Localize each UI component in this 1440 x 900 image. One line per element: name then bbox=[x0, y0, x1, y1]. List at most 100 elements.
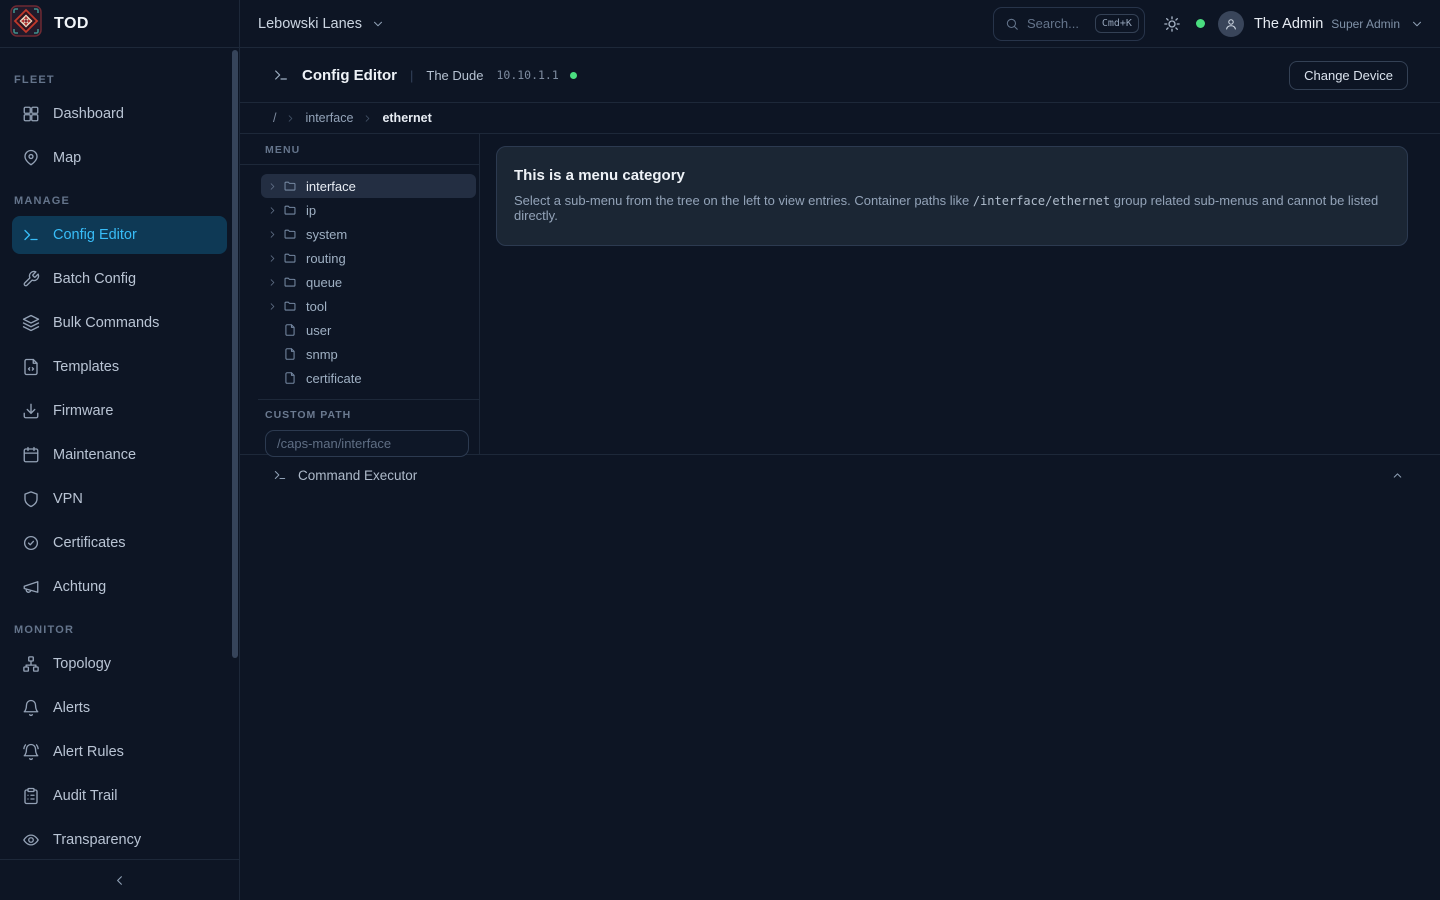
sidebar-item-label: Map bbox=[53, 150, 81, 166]
folder-icon bbox=[283, 251, 297, 265]
terminal-icon bbox=[273, 468, 287, 482]
user-icon bbox=[1224, 17, 1238, 31]
brand: TOD bbox=[0, 0, 240, 47]
sidebar-item-label: Templates bbox=[53, 359, 119, 375]
sidebar-item-alerts[interactable]: Alerts bbox=[12, 689, 227, 727]
tree-item-queue[interactable]: queue bbox=[261, 270, 476, 294]
sidebar-item-label: Certificates bbox=[53, 535, 126, 551]
sidebar-item-transparency[interactable]: Transparency bbox=[12, 821, 227, 859]
sidebar-item-topology[interactable]: Topology bbox=[12, 645, 227, 683]
sun-icon bbox=[1163, 15, 1181, 33]
topbar-main: Lebowski Lanes Search... Cmd+K The A bbox=[240, 0, 1440, 47]
sidebar-item-firmware[interactable]: Firmware bbox=[12, 392, 227, 430]
badge-check-icon bbox=[22, 534, 40, 552]
tree-item-routing[interactable]: routing bbox=[261, 246, 476, 270]
user-menu[interactable]: The Admin Super Admin bbox=[1205, 11, 1424, 37]
sidebar-footer bbox=[0, 859, 239, 900]
sidebar-item-achtung[interactable]: Achtung bbox=[12, 568, 227, 606]
tree-item-label: interface bbox=[306, 179, 356, 194]
chevron-right-icon bbox=[362, 113, 373, 124]
chevron-right-icon[interactable] bbox=[267, 253, 278, 264]
command-executor-label: Command Executor bbox=[298, 468, 417, 483]
user-role: Super Admin bbox=[1331, 17, 1400, 31]
fleet-selector[interactable]: Lebowski Lanes bbox=[258, 16, 385, 32]
sidebar-item-label: Topology bbox=[53, 656, 111, 672]
tree-item-label: tool bbox=[306, 299, 327, 314]
tree-item-certificate[interactable]: certificate bbox=[261, 366, 476, 390]
page-title: Config Editor bbox=[302, 67, 397, 84]
tree-item-label: ip bbox=[306, 203, 316, 218]
megaphone-icon bbox=[22, 578, 40, 596]
chevron-right-icon[interactable] bbox=[267, 301, 278, 312]
sidebar-collapse-button[interactable] bbox=[112, 873, 127, 888]
search-icon bbox=[1005, 17, 1019, 31]
sidebar-item-map[interactable]: Map bbox=[12, 139, 227, 177]
sidebar-item-audit-trail[interactable]: Audit Trail bbox=[12, 777, 227, 815]
folder-icon bbox=[283, 203, 297, 217]
sidebar-item-label: Firmware bbox=[53, 403, 113, 419]
sidebar-item-label: Config Editor bbox=[53, 227, 137, 243]
chevron-right-icon[interactable] bbox=[267, 205, 278, 216]
info-desc-text: Select a sub-menu from the tree on the l… bbox=[514, 193, 973, 208]
sidebar-item-batch-config[interactable]: Batch Config bbox=[12, 260, 227, 298]
sidebar-item-label: Transparency bbox=[53, 832, 141, 848]
calendar-icon bbox=[22, 446, 40, 464]
section-label-manage: MANAGE bbox=[0, 183, 239, 216]
sidebar-item-templates[interactable]: Templates bbox=[12, 348, 227, 386]
chevron-right-icon[interactable] bbox=[267, 181, 278, 192]
sidebar-item-label: Maintenance bbox=[53, 447, 136, 463]
menu-tree: interface ip system bbox=[240, 165, 479, 399]
bell-ring-icon bbox=[22, 743, 40, 761]
sidebar-item-certificates[interactable]: Certificates bbox=[12, 524, 227, 562]
tree-item-tool[interactable]: tool bbox=[261, 294, 476, 318]
tree-item-user[interactable]: user bbox=[261, 318, 476, 342]
chevron-down-icon bbox=[1410, 17, 1424, 31]
chevron-right-icon[interactable] bbox=[267, 229, 278, 240]
device-ip: 10.10.1.1 bbox=[496, 68, 558, 82]
sidebar-item-label: VPN bbox=[53, 491, 83, 507]
map-pin-icon bbox=[22, 149, 40, 167]
sidebar-item-label: Bulk Commands bbox=[53, 315, 159, 331]
sidebar-scrollbar[interactable] bbox=[232, 50, 238, 658]
folder-icon bbox=[283, 227, 297, 241]
terminal-icon bbox=[22, 226, 40, 244]
command-executor-toggle-button[interactable] bbox=[1391, 469, 1404, 482]
sidebar-item-dashboard[interactable]: Dashboard bbox=[12, 95, 227, 133]
wrench-icon bbox=[22, 270, 40, 288]
theme-toggle-button[interactable] bbox=[1163, 15, 1181, 33]
tree-item-label: queue bbox=[306, 275, 342, 290]
terminal-icon bbox=[273, 67, 289, 83]
sidebar-item-label: Dashboard bbox=[53, 106, 124, 122]
info-desc-path-code: /interface/ethernet bbox=[973, 194, 1110, 208]
sidebar-item-vpn[interactable]: VPN bbox=[12, 480, 227, 518]
change-device-button[interactable]: Change Device bbox=[1289, 61, 1408, 90]
custom-path-input[interactable] bbox=[265, 430, 469, 457]
tree-item-system[interactable]: system bbox=[261, 222, 476, 246]
sidebar-item-label: Audit Trail bbox=[53, 788, 117, 804]
sidebar-item-config-editor[interactable]: Config Editor bbox=[12, 216, 227, 254]
breadcrumb-root[interactable]: / bbox=[273, 111, 276, 125]
tree-item-snmp[interactable]: snmp bbox=[261, 342, 476, 366]
tree-item-label: user bbox=[306, 323, 331, 338]
folder-icon bbox=[283, 275, 297, 289]
tree-item-ip[interactable]: ip bbox=[261, 198, 476, 222]
shield-icon bbox=[22, 490, 40, 508]
sidebar-item-alert-rules[interactable]: Alert Rules bbox=[12, 733, 227, 771]
menu-category-info-card: This is a menu category Select a sub-men… bbox=[496, 146, 1408, 246]
breadcrumb-parent[interactable]: interface bbox=[305, 111, 353, 125]
chevron-right-icon[interactable] bbox=[267, 277, 278, 288]
menu-tree-panel: MENU interface ip syst bbox=[240, 134, 480, 454]
eye-icon bbox=[22, 831, 40, 849]
workspace: MENU interface ip syst bbox=[240, 134, 1440, 455]
sidebar-item-maintenance[interactable]: Maintenance bbox=[12, 436, 227, 474]
dashboard-icon bbox=[22, 105, 40, 123]
tree-item-label: snmp bbox=[306, 347, 338, 362]
template-file-icon bbox=[22, 358, 40, 376]
sidebar-nav: FLEET Dashboard Map MANAGE Config Editor… bbox=[0, 48, 239, 859]
sidebar-item-bulk-commands[interactable]: Bulk Commands bbox=[12, 304, 227, 342]
network-icon bbox=[22, 655, 40, 673]
tree-item-interface[interactable]: interface bbox=[261, 174, 476, 198]
user-name: The Admin bbox=[1254, 16, 1323, 32]
search-input[interactable]: Search... Cmd+K bbox=[993, 7, 1145, 41]
file-icon bbox=[283, 371, 297, 385]
